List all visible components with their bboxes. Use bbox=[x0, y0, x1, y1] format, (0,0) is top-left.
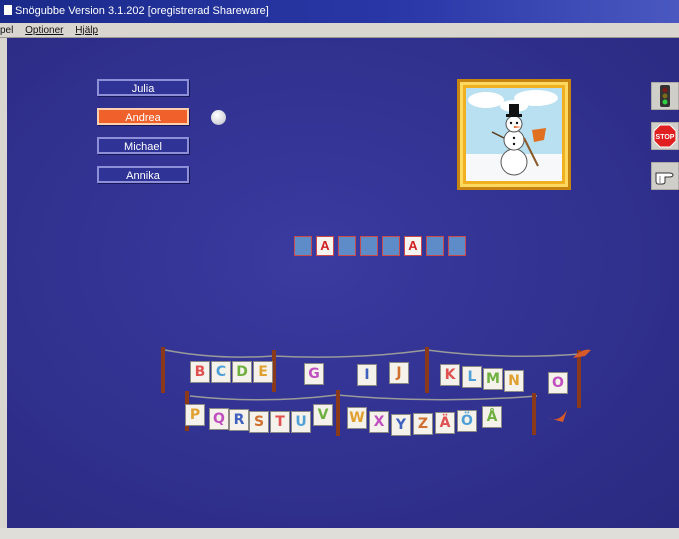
window-title: Snögubbe Version 3.1.202 [oregistrerad S… bbox=[15, 5, 269, 17]
letter-card[interactable]: C bbox=[211, 361, 231, 383]
letter-card[interactable]: J bbox=[389, 362, 409, 384]
letter-card[interactable]: Ö bbox=[457, 410, 477, 432]
letter-card[interactable]: Z bbox=[413, 413, 433, 435]
clothesline bbox=[161, 347, 591, 436]
letter-card[interactable]: G bbox=[304, 363, 324, 385]
letter-card[interactable]: Å bbox=[482, 406, 502, 428]
game-area: Julia Andrea Michael Annika STOP A A B C… bbox=[7, 38, 679, 528]
title-bar: Snögubbe Version 3.1.202 [oregistrerad S… bbox=[0, 0, 679, 23]
letter-card[interactable]: S bbox=[249, 411, 269, 433]
window-bottom-edge bbox=[0, 528, 679, 539]
letter-card[interactable]: Y bbox=[391, 414, 411, 436]
letter-card[interactable]: U bbox=[291, 411, 311, 433]
letter-card[interactable]: I bbox=[357, 364, 377, 386]
menu-optioner[interactable]: Optioner bbox=[25, 25, 63, 36]
menu-hjalp[interactable]: Hjälp bbox=[75, 25, 98, 36]
letter-card[interactable]: R bbox=[229, 409, 249, 431]
letter-card[interactable]: M bbox=[483, 368, 503, 390]
letter-card[interactable]: E bbox=[253, 361, 273, 383]
letter-card[interactable]: B bbox=[190, 361, 210, 383]
letter-card[interactable]: O bbox=[548, 372, 568, 394]
letter-card[interactable]: X bbox=[369, 411, 389, 433]
letter-card[interactable]: L bbox=[462, 366, 482, 388]
letter-card[interactable]: T bbox=[270, 411, 290, 433]
letter-card[interactable]: W bbox=[347, 407, 367, 429]
letter-card[interactable]: V bbox=[313, 404, 333, 426]
letter-card[interactable]: Q bbox=[209, 408, 229, 430]
app-window: Snögubbe Version 3.1.202 [oregistrerad S… bbox=[0, 0, 679, 539]
letter-card[interactable]: D bbox=[232, 361, 252, 383]
letter-card[interactable]: Ä bbox=[435, 412, 455, 434]
menu-spel[interactable]: pel bbox=[0, 25, 13, 36]
letter-card[interactable]: N bbox=[504, 370, 524, 392]
menu-bar: pel Optioner Hjälp bbox=[0, 23, 679, 38]
bird-icon-bottom bbox=[548, 410, 567, 422]
letter-card[interactable]: K bbox=[440, 364, 460, 386]
letter-card[interactable]: P bbox=[185, 404, 205, 426]
app-icon bbox=[4, 5, 12, 15]
